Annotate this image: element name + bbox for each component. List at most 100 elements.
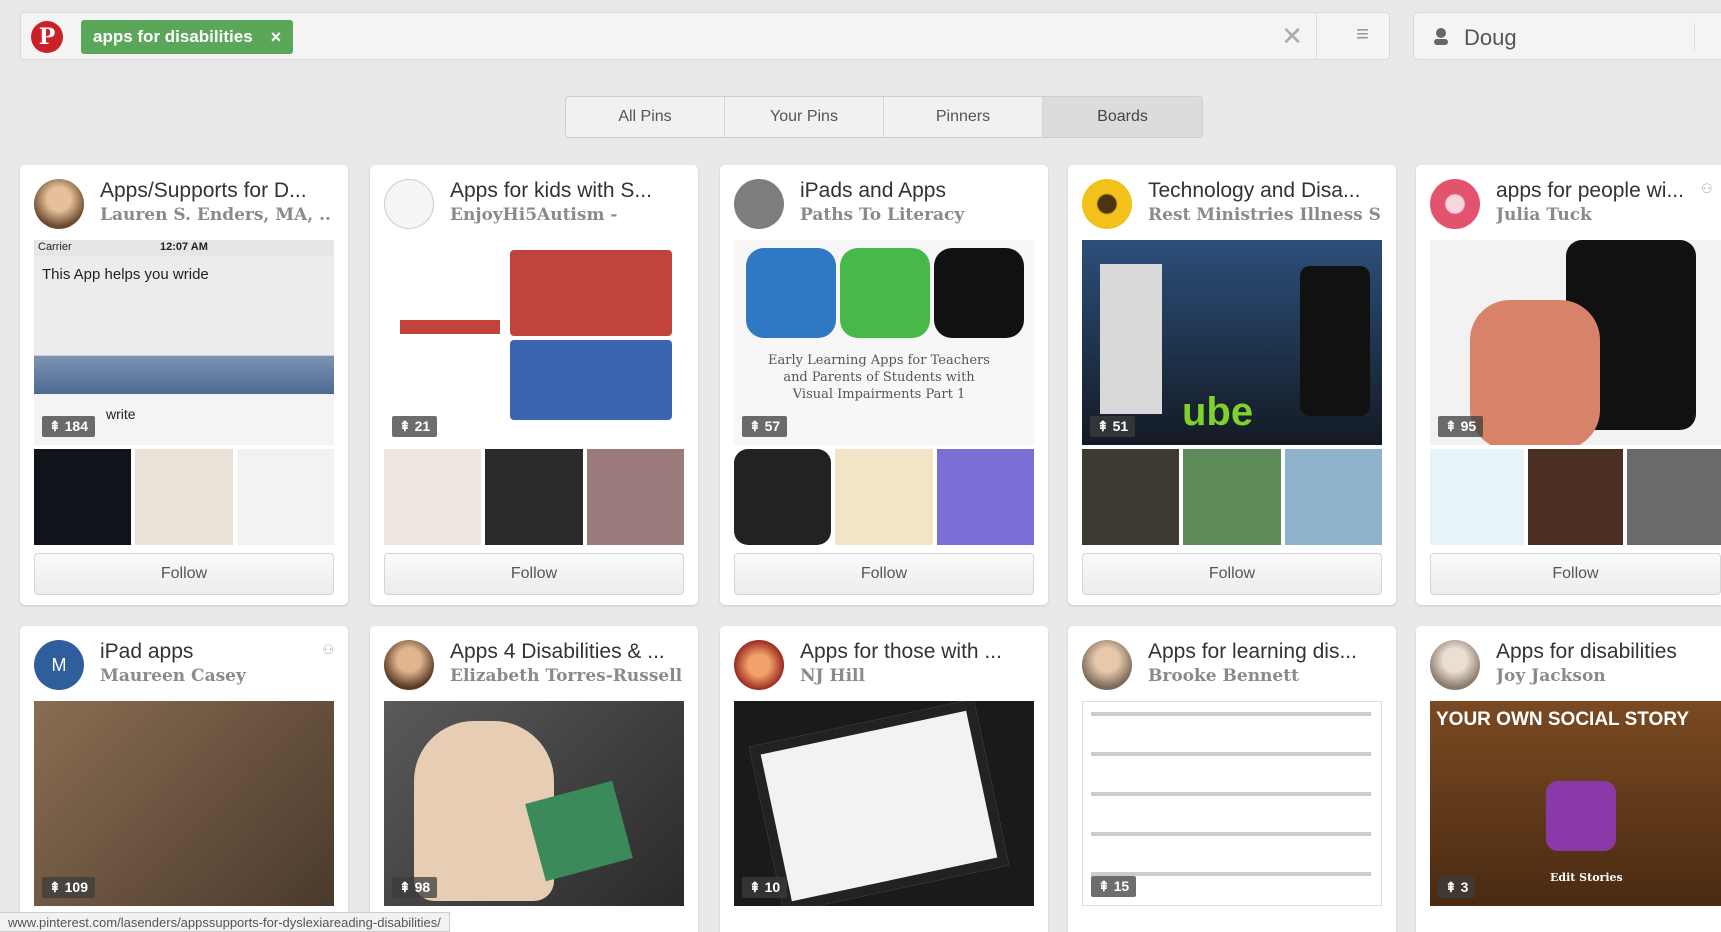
text-area: This App helps you wride: [34, 256, 334, 356]
board-thumbnails: [1430, 449, 1721, 545]
board-owner[interactable]: Maureen Casey: [100, 666, 332, 686]
messages-icon[interactable]: [1694, 23, 1721, 51]
board-owner[interactable]: Julia Tuck: [1496, 205, 1721, 225]
follow-button[interactable]: Follow: [734, 553, 1034, 595]
pin-count-value: 51: [1112, 418, 1129, 434]
owner-avatar[interactable]: [1082, 179, 1132, 229]
search-query-chip[interactable]: apps for disabilities ×: [81, 20, 294, 54]
owner-avatar[interactable]: [34, 179, 84, 229]
board-owner[interactable]: Elizabeth Torres-Russell: [450, 666, 682, 686]
board-title[interactable]: Technology and Disa...: [1148, 179, 1380, 203]
board-card[interactable]: M iPad apps Maureen Casey ⚇ ⇞ 109: [20, 626, 348, 932]
thumbnail[interactable]: [1183, 449, 1281, 545]
cover-phone: [1300, 266, 1370, 416]
board-cover-image[interactable]: ube ⇞ 51: [1082, 240, 1382, 445]
owner-avatar[interactable]: [1430, 640, 1480, 690]
board-owner[interactable]: Paths To Literacy: [800, 205, 1032, 225]
board-cover-image[interactable]: ⇞ 15: [1082, 701, 1382, 906]
cover-app-tile: [510, 250, 672, 336]
owner-avatar[interactable]: [384, 179, 434, 229]
owner-avatar[interactable]: [1430, 179, 1480, 229]
board-cover-image[interactable]: ⇞ 10: [734, 701, 1034, 906]
board-thumbnails: [34, 449, 334, 545]
board-cover-image[interactable]: ⇞ 109: [34, 701, 334, 906]
board-title[interactable]: Apps for kids with S...: [450, 179, 682, 203]
search-bar[interactable]: P apps for disabilities × ✕ ≡: [20, 12, 1390, 60]
tab-your-pins[interactable]: Your Pins: [725, 97, 884, 137]
board-title[interactable]: Apps for those with ...: [800, 640, 1032, 664]
board-owner[interactable]: Rest Ministries Illness S...: [1148, 205, 1380, 225]
board-cover-image[interactable]: ⇞ 95: [1430, 240, 1721, 445]
board-card[interactable]: Technology and Disa... Rest Ministries I…: [1068, 165, 1396, 605]
board-cover-image[interactable]: Early Learning Apps for Teachers and Par…: [734, 240, 1034, 445]
board-owner[interactable]: Joy Jackson: [1496, 666, 1721, 686]
thumbnail[interactable]: [936, 449, 1034, 545]
menu-icon[interactable]: ≡: [1356, 21, 1369, 47]
thumbnail[interactable]: [384, 449, 482, 545]
cover-heading: YOUR OWN SOCIAL STORY: [1436, 709, 1690, 730]
board-card[interactable]: Apps for disabilities Joy Jackson YOUR O…: [1416, 626, 1721, 932]
thumbnail[interactable]: [34, 449, 132, 545]
tab-pinners[interactable]: Pinners: [884, 97, 1043, 137]
board-title[interactable]: apps for people wi...: [1496, 179, 1696, 203]
board-card[interactable]: Apps for those with ... NJ Hill ⇞ 10: [720, 626, 1048, 932]
thumbnail[interactable]: [135, 449, 233, 545]
header: P apps for disabilities × ✕ ≡ Doug: [0, 0, 1721, 74]
board-owner[interactable]: EnjoyHi5Autism -: [450, 205, 682, 225]
board-owner[interactable]: Lauren S. Enders, MA, ...: [100, 205, 332, 225]
board-cover-image[interactable]: YOUR OWN SOCIAL STORY Edit Stories ⇞ 3: [1430, 701, 1721, 906]
tab-boards[interactable]: Boards: [1043, 97, 1202, 137]
thumbnail[interactable]: [1082, 449, 1180, 545]
pin-count: ⇞ 184: [42, 416, 95, 437]
thumbnail[interactable]: [734, 449, 832, 545]
board-title[interactable]: Apps 4 Disabilities & ...: [450, 640, 682, 664]
owner-avatar[interactable]: [1082, 640, 1132, 690]
board-title[interactable]: Apps for learning dis...: [1148, 640, 1380, 664]
remove-query-icon[interactable]: ×: [271, 27, 282, 48]
owner-avatar[interactable]: [734, 640, 784, 690]
thumbnail[interactable]: [236, 449, 334, 545]
thumbnail[interactable]: [1430, 449, 1525, 545]
follow-button[interactable]: Follow: [1082, 553, 1382, 595]
board-title[interactable]: Apps/Supports for D...: [100, 179, 332, 203]
board-cover-image[interactable]: Carrier 12:07 AM This App helps you wrid…: [34, 240, 334, 445]
cover-hand: [1470, 300, 1600, 445]
board-card[interactable]: iPads and Apps Paths To Literacy Early L…: [720, 165, 1048, 605]
user-name: Doug: [1464, 25, 1517, 50]
board-title[interactable]: iPad apps: [100, 640, 332, 664]
follow-button[interactable]: Follow: [1430, 553, 1721, 595]
pin-count-value: 57: [764, 418, 781, 434]
follow-button[interactable]: Follow: [34, 553, 334, 595]
thumbnail[interactable]: [586, 449, 684, 545]
tab-all-pins[interactable]: All Pins: [566, 97, 725, 137]
pin-count-value: 21: [414, 418, 431, 434]
thumbnail[interactable]: [835, 449, 933, 545]
owner-avatar[interactable]: M: [34, 640, 84, 690]
clear-search-icon[interactable]: ✕: [1281, 21, 1303, 52]
thumbnail[interactable]: [1528, 449, 1623, 545]
board-owner[interactable]: Brooke Bennett: [1148, 666, 1380, 686]
board-owner[interactable]: NJ Hill: [800, 666, 1032, 686]
board-card[interactable]: Apps for learning dis... Brooke Bennett …: [1068, 626, 1396, 932]
search-query-text: apps for disabilities: [93, 27, 253, 46]
carrier-label: Carrier: [38, 241, 72, 253]
user-menu-button[interactable]: Doug: [1413, 12, 1721, 60]
board-card[interactable]: Apps for kids with S... EnjoyHi5Autism -…: [370, 165, 698, 605]
board-card[interactable]: Apps/Supports for D... Lauren S. Enders,…: [20, 165, 348, 605]
pinterest-logo-icon[interactable]: P: [31, 21, 63, 53]
board-cover-image[interactable]: ⇞ 98: [384, 701, 684, 906]
board-card[interactable]: Apps 4 Disabilities & ... Elizabeth Torr…: [370, 626, 698, 932]
thumbnail[interactable]: [1284, 449, 1382, 545]
thumbnail[interactable]: [1626, 449, 1721, 545]
cover-app-icon: [746, 248, 836, 338]
board-title[interactable]: Apps for disabilities: [1496, 640, 1716, 664]
pin-count-value: 98: [414, 879, 431, 895]
follow-button[interactable]: Follow: [384, 553, 684, 595]
board-title[interactable]: iPads and Apps: [800, 179, 1032, 203]
owner-avatar[interactable]: [384, 640, 434, 690]
board-card[interactable]: apps for people wi... Julia Tuck ⚇ ⇞ 95 …: [1416, 165, 1721, 605]
cover-text-line: [1091, 792, 1371, 796]
owner-avatar[interactable]: [734, 179, 784, 229]
thumbnail[interactable]: [485, 449, 583, 545]
board-cover-image[interactable]: ⇞ 21: [384, 240, 684, 445]
